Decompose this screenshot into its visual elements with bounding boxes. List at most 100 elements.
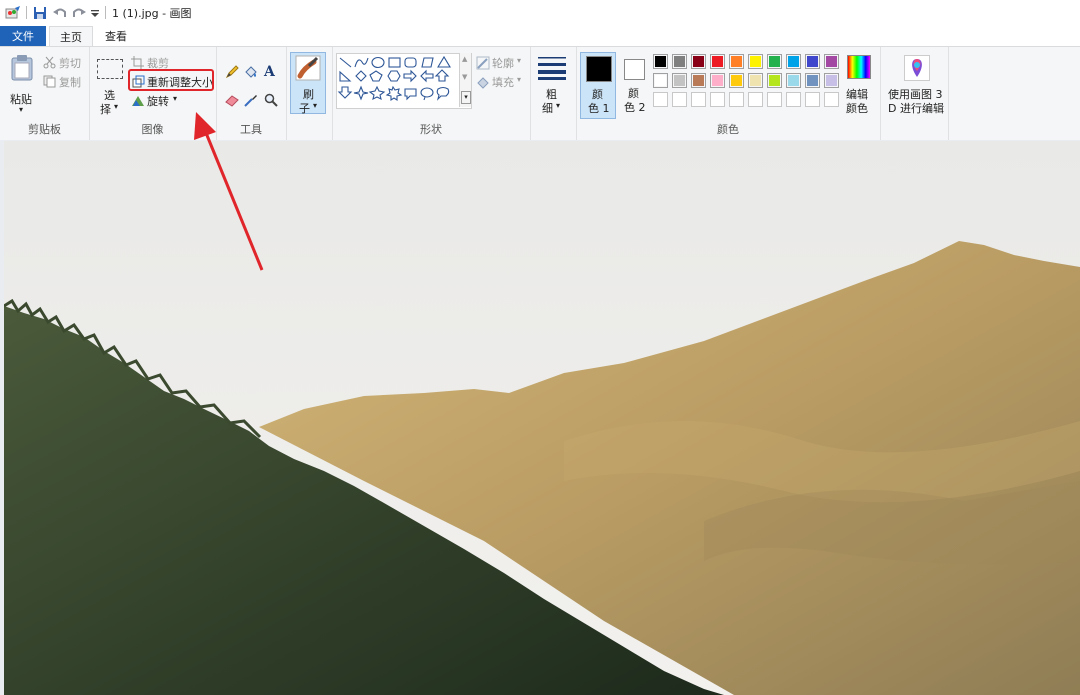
palette-swatch[interactable] [805,54,820,69]
color-palette [653,54,843,110]
color1-swatch [586,56,612,82]
palette-swatch[interactable] [672,54,687,69]
palette-swatch[interactable] [672,73,687,88]
color-picker-icon[interactable] [244,93,257,107]
eraser-icon[interactable] [225,93,239,107]
custom-color-slot[interactable] [653,92,668,107]
paint3d-label-line2: D 进行编辑 [888,102,944,115]
fill-dropdown-icon[interactable]: ▾ [517,75,521,84]
drawing-canvas[interactable] [4,141,1080,695]
custom-color-slot[interactable] [786,92,801,107]
outline-dropdown-icon[interactable]: ▾ [517,56,521,65]
clipboard-group-label: 剪贴板 [28,123,61,136]
magnifier-icon[interactable] [264,93,278,107]
rotate-button[interactable]: 旋转 [147,93,169,109]
edit-colors-button[interactable]: 编辑 颜色 [842,53,876,115]
custom-color-slot[interactable] [691,92,706,107]
copy-button[interactable]: 复制 [59,74,81,90]
custom-color-slot[interactable] [710,92,725,107]
tab-view[interactable]: 查看 [95,26,137,46]
palette-swatch[interactable] [691,54,706,69]
palette-swatch[interactable] [729,54,744,69]
palette-swatch[interactable] [824,73,839,88]
cut-icon [43,56,56,69]
crop-icon [131,56,144,69]
custom-color-slot[interactable] [767,92,782,107]
custom-color-slot[interactable] [672,92,687,107]
rotate-dropdown-icon[interactable]: ▾ [173,94,177,103]
window-title: 1 (1).jpg - 画图 [112,7,192,20]
line-thickness-icon [538,56,566,83]
custom-color-slot[interactable] [748,92,763,107]
outline-icon [476,56,490,70]
size-button[interactable]: 粗 细 ▾ [535,53,571,115]
paste-dropdown-icon[interactable]: ▾ [19,105,23,114]
shapes-group-label: 形状 [420,123,442,136]
tab-home[interactable]: 主页 [49,26,93,47]
shapes-expand-icon[interactable]: ▾ [461,91,471,104]
colors-group-label: 颜色 [717,123,739,136]
scroll-down-icon[interactable]: ▼ [462,73,467,81]
palette-swatch[interactable] [653,73,668,88]
shapes-gallery-icons[interactable] [337,54,467,106]
color2-swatch [624,59,645,80]
size-label-line2: 细 [542,102,553,115]
paint3d-group: 使用画图 3 D 进行编辑 [880,47,949,141]
copy-icon [43,75,56,88]
custom-color-slot[interactable] [824,92,839,107]
palette-swatch[interactable] [748,73,763,88]
landscape-photo [4,141,1080,695]
shapes-gallery [336,53,472,109]
palette-swatch[interactable] [824,54,839,69]
paste-button[interactable]: 粘贴 ▾ [6,53,38,115]
brushes-label-line2: 子 [299,102,310,115]
palette-swatch[interactable] [653,54,668,69]
size-dropdown-icon: ▾ [556,101,561,110]
scroll-up-icon[interactable]: ▲ [462,55,467,63]
size-group: 粗 细 ▾ [530,47,577,141]
color2-button[interactable]: 颜 色 2 [620,52,650,119]
shapes-scrollbar[interactable]: ▲ ▼ ▾ [459,53,471,107]
brushes-group: 刷 子 ▾ [286,47,333,141]
redo-icon[interactable] [72,5,86,21]
edit-with-paint3d-button[interactable]: 使用画图 3 D 进行编辑 [884,53,946,115]
color2-label-line2: 色 2 [624,101,646,114]
title-bar: 1 (1).jpg - 画图 [0,0,1080,26]
palette-swatch[interactable] [691,73,706,88]
paint-app-icon [5,5,21,21]
customize-toolbar-dropdown-icon[interactable] [90,5,100,21]
colors-group: 颜 色 1 颜 色 2 编辑 颜色 颜色 [576,47,881,141]
palette-swatch[interactable] [767,54,782,69]
brush-icon [295,55,321,84]
fill-bucket-icon[interactable] [244,65,257,78]
select-label-line2: 择 [100,103,111,116]
brushes-dropdown-icon: ▾ [313,101,318,110]
custom-color-slot[interactable] [729,92,744,107]
paint3d-icon [904,55,930,81]
fill-button[interactable]: 填充 [492,74,514,90]
paste-icon [11,55,33,84]
outline-button[interactable]: 轮廓 [492,55,514,71]
cut-button[interactable]: 剪切 [59,55,81,71]
edit-colors-icon [847,55,871,79]
palette-swatch[interactable] [805,73,820,88]
shapes-group: ▲ ▼ ▾ 轮廓 ▾ 填充 ▾ 形状 [332,47,531,141]
palette-swatch[interactable] [748,54,763,69]
save-icon[interactable] [33,5,47,21]
select-button[interactable]: 选 择 ▾ [95,55,125,116]
tab-file[interactable]: 文件 [0,26,46,46]
brushes-button[interactable]: 刷 子 ▾ [290,52,326,115]
custom-color-slot[interactable] [805,92,820,107]
text-tool-icon[interactable]: A [264,64,277,80]
pencil-icon[interactable] [225,65,239,79]
palette-swatch[interactable] [786,73,801,88]
palette-swatch[interactable] [710,73,725,88]
undo-icon[interactable] [53,5,67,21]
color1-button[interactable]: 颜 色 1 [580,52,616,119]
select-dropdown-icon[interactable]: ▾ [114,102,118,111]
palette-swatch[interactable] [767,73,782,88]
palette-swatch[interactable] [786,54,801,69]
palette-swatch[interactable] [710,54,725,69]
palette-swatch[interactable] [729,73,744,88]
fill-icon [476,75,489,89]
